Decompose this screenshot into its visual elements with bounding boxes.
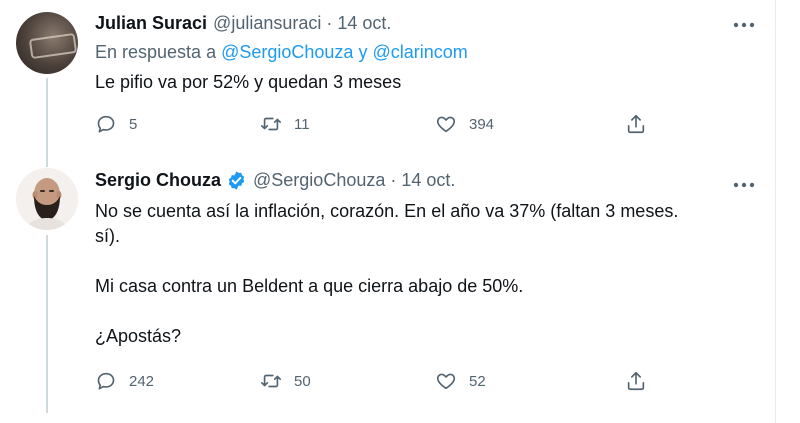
reply-and: y: [358, 42, 368, 62]
reply-count: 5: [129, 115, 138, 133]
like-button[interactable]: 394: [435, 112, 494, 136]
reply-context: En respuesta a @SergioChouza y @clarinco…: [95, 42, 468, 63]
tweet-header: Julian Suraci @juliansuraci · 14 oct.: [95, 12, 391, 34]
retweet-button[interactable]: 50: [260, 369, 311, 393]
reply-button[interactable]: 242: [95, 369, 154, 393]
separator-dot: ·: [390, 169, 397, 190]
more-icon[interactable]: [733, 180, 755, 190]
avatar-neon-sign: [28, 32, 78, 60]
tweet-actions: 242 50 52: [95, 369, 655, 393]
reply-button[interactable]: 5: [95, 112, 137, 136]
author-name[interactable]: Julian Suraci: [95, 13, 207, 34]
like-button[interactable]: 52: [435, 369, 486, 393]
retweet-count: 50: [294, 372, 311, 390]
like-icon: [436, 116, 456, 133]
timeline-border: [775, 0, 776, 423]
separator-dot: ·: [326, 12, 333, 33]
more-icon[interactable]: [733, 20, 755, 30]
avatar[interactable]: [16, 12, 78, 74]
tweet-sergio-chouza[interactable]: Sergio Chouza @SergioChouza · 14 oct. No…: [0, 155, 775, 423]
reply-icon: [97, 115, 115, 133]
bearded-face-icon: [16, 168, 78, 230]
thread-line: [46, 78, 48, 155]
reply-prefix: En respuesta a: [95, 42, 217, 62]
tweet-date[interactable]: 14 oct.: [401, 170, 455, 191]
author-name[interactable]: Sergio Chouza: [95, 170, 221, 191]
tweet-text: Le pifio va por 52% y quedan 3 meses: [95, 72, 402, 92]
avatar[interactable]: [16, 168, 78, 230]
reply-count: 242: [129, 372, 155, 390]
share-button[interactable]: [625, 369, 647, 393]
reply-mention-clarincom[interactable]: @clarincom: [372, 42, 467, 62]
retweet-icon: [261, 117, 281, 131]
tweet-text: No se cuenta así la inflación, corazón. …: [95, 201, 679, 346]
tweet-header: Sergio Chouza @SergioChouza · 14 oct.: [95, 169, 455, 191]
like-icon: [436, 373, 456, 390]
like-count: 394: [469, 115, 495, 133]
reply-mention-sergiochouza[interactable]: @SergioChouza: [221, 42, 353, 62]
retweet-icon: [261, 374, 281, 388]
tweet-date[interactable]: 14 oct.: [337, 13, 391, 34]
verified-badge-icon: [228, 170, 245, 190]
retweet-button[interactable]: 11: [260, 112, 310, 136]
author-handle[interactable]: @juliansuraci: [213, 13, 321, 34]
thread-line: [46, 235, 48, 413]
like-count: 52: [469, 372, 486, 390]
author-handle[interactable]: @SergioChouza: [253, 170, 385, 191]
tweet-julian-suraci[interactable]: Julian Suraci @juliansuraci · 14 oct. En…: [0, 0, 775, 155]
thread-line: [46, 155, 48, 167]
share-button[interactable]: [625, 112, 647, 136]
share-icon: [627, 114, 645, 134]
tweet-actions: 5 11 394: [95, 112, 655, 136]
retweet-count: 11: [294, 115, 310, 133]
reply-icon: [97, 372, 115, 390]
share-icon: [627, 371, 645, 391]
